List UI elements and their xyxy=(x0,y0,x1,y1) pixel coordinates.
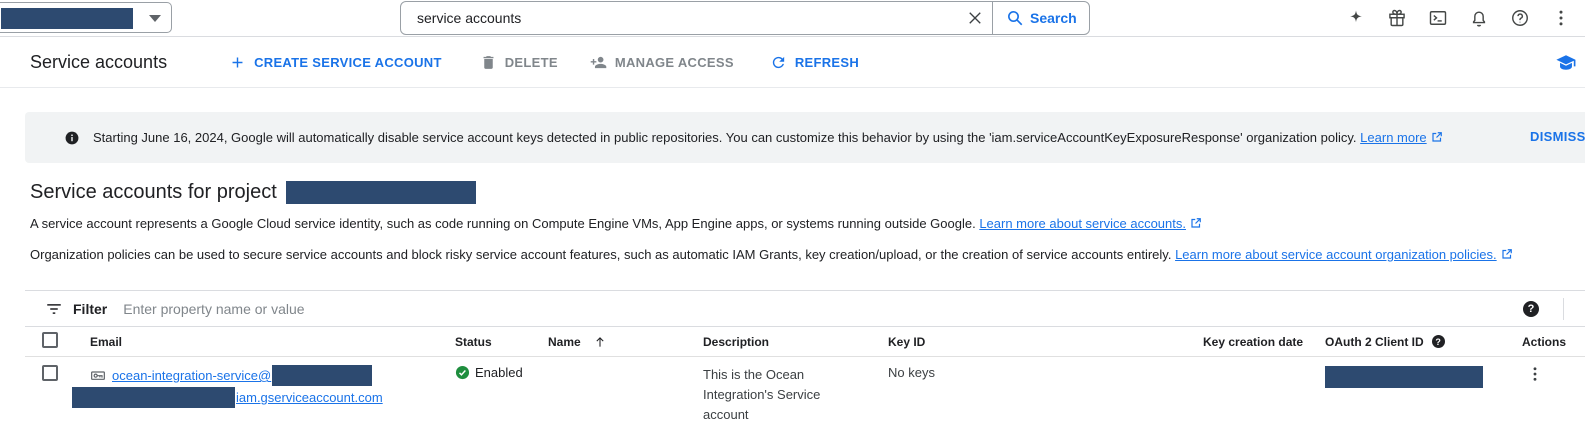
search-icon xyxy=(1006,9,1024,27)
table-header-row: Email Status Name Description Key ID Key… xyxy=(25,327,1585,357)
page-title: Service accounts xyxy=(30,52,167,73)
column-header-actions: Actions xyxy=(1522,335,1585,349)
column-header-oauth2-client-id[interactable]: OAuth 2 Client ID xyxy=(1325,335,1522,349)
email-cell: ocean-integration-service@ iam.gservicea… xyxy=(90,365,455,408)
search-input[interactable] xyxy=(401,10,958,26)
manage-access-button[interactable]: MANAGE ACCESS xyxy=(590,54,734,71)
more-vertical-icon[interactable] xyxy=(1551,8,1571,28)
search-button[interactable]: Search xyxy=(992,2,1089,34)
external-link-icon xyxy=(1501,248,1513,260)
external-link-icon xyxy=(1431,131,1443,143)
key-id-cell: No keys xyxy=(888,365,1203,380)
trash-icon xyxy=(480,54,497,71)
external-link-icon xyxy=(1190,217,1202,229)
refresh-button[interactable]: REFRESH xyxy=(770,54,859,71)
info-icon xyxy=(65,131,79,145)
page-toolbar: Service accounts CREATE SERVICE ACCOUNT … xyxy=(0,37,1585,88)
filter-icon xyxy=(45,300,63,318)
column-header-key-creation-date[interactable]: Key creation date xyxy=(1203,335,1325,349)
global-search-box: Search xyxy=(400,1,1090,35)
delete-button[interactable]: DELETE xyxy=(480,54,558,71)
service-account-icon xyxy=(90,368,106,384)
filter-bar: Filter xyxy=(25,290,1585,327)
help-icon[interactable] xyxy=(1510,8,1530,28)
filter-label: Filter xyxy=(73,301,107,317)
service-account-email-suffix[interactable]: iam.gserviceaccount.com xyxy=(236,390,383,405)
redacted-project-name xyxy=(1,8,133,29)
column-header-email[interactable]: Email xyxy=(90,335,455,349)
dismiss-button[interactable]: DISMISS xyxy=(1530,129,1585,144)
divider xyxy=(1563,298,1564,320)
gemini-sparkle-icon[interactable] xyxy=(1346,8,1366,28)
section-heading-row: Service accounts for project xyxy=(30,179,1585,205)
status-text: Enabled xyxy=(475,365,523,380)
row-actions-menu-icon[interactable] xyxy=(1526,365,1544,386)
clear-search-icon[interactable] xyxy=(958,9,992,27)
plus-icon xyxy=(229,54,246,71)
sort-ascending-icon xyxy=(593,335,607,349)
intro-paragraph: A service account represents a Google Cl… xyxy=(30,216,1585,231)
oauth2-help-icon[interactable] xyxy=(1432,335,1445,348)
learn-more-service-accounts-link[interactable]: Learn more about service accounts. xyxy=(979,216,1186,231)
service-account-email-link[interactable]: ocean-integration-service@ xyxy=(112,365,372,386)
actions-cell xyxy=(1522,365,1585,386)
status-enabled-icon xyxy=(455,365,470,380)
org-policy-paragraph: Organization policies can be used to sec… xyxy=(30,247,1585,262)
cloud-shell-icon[interactable] xyxy=(1428,8,1448,28)
description-cell: This is the Ocean Integration's Service … xyxy=(703,365,888,425)
search-button-label: Search xyxy=(1030,10,1077,26)
service-accounts-table: Filter Email Status Name Description Key… xyxy=(25,290,1585,431)
redacted-email-project-2 xyxy=(72,387,235,408)
status-cell: Enabled xyxy=(455,365,548,380)
column-header-key-id[interactable]: Key ID xyxy=(888,335,1203,349)
redacted-project-id xyxy=(286,181,476,204)
redacted-oauth2-client-id xyxy=(1325,366,1483,388)
gift-icon[interactable] xyxy=(1387,8,1407,28)
graduation-cap-icon[interactable] xyxy=(1555,52,1577,74)
filter-input[interactable] xyxy=(123,301,1523,317)
oauth2-client-id-cell xyxy=(1325,365,1522,391)
section-heading: Service accounts for project xyxy=(30,181,277,204)
column-header-status[interactable]: Status xyxy=(455,335,548,349)
row-checkbox[interactable] xyxy=(42,365,58,381)
banner-text: Starting June 16, 2024, Google will auto… xyxy=(93,130,1443,145)
banner-learn-more-link[interactable]: Learn more xyxy=(1360,130,1426,145)
column-header-description[interactable]: Description xyxy=(703,335,888,349)
project-selector[interactable] xyxy=(0,2,172,33)
filter-help-icon[interactable] xyxy=(1523,301,1539,317)
table-row: ocean-integration-service@ iam.gservicea… xyxy=(25,357,1585,431)
redacted-email-project xyxy=(272,365,372,386)
refresh-icon xyxy=(770,54,787,71)
create-service-account-button[interactable]: CREATE SERVICE ACCOUNT xyxy=(229,54,442,71)
notifications-bell-icon[interactable] xyxy=(1469,8,1489,28)
info-banner: Starting June 16, 2024, Google will auto… xyxy=(25,112,1585,163)
person-add-icon xyxy=(590,54,607,71)
topbar-icon-group xyxy=(1346,0,1571,36)
gcp-service-accounts-page: Search Service accounts xyxy=(0,0,1585,431)
column-header-name[interactable]: Name xyxy=(548,335,703,349)
top-app-bar: Search xyxy=(0,0,1585,37)
learn-more-org-policies-link[interactable]: Learn more about service account organiz… xyxy=(1175,247,1497,262)
select-all-checkbox[interactable] xyxy=(42,332,58,348)
caret-down-icon xyxy=(149,15,161,22)
